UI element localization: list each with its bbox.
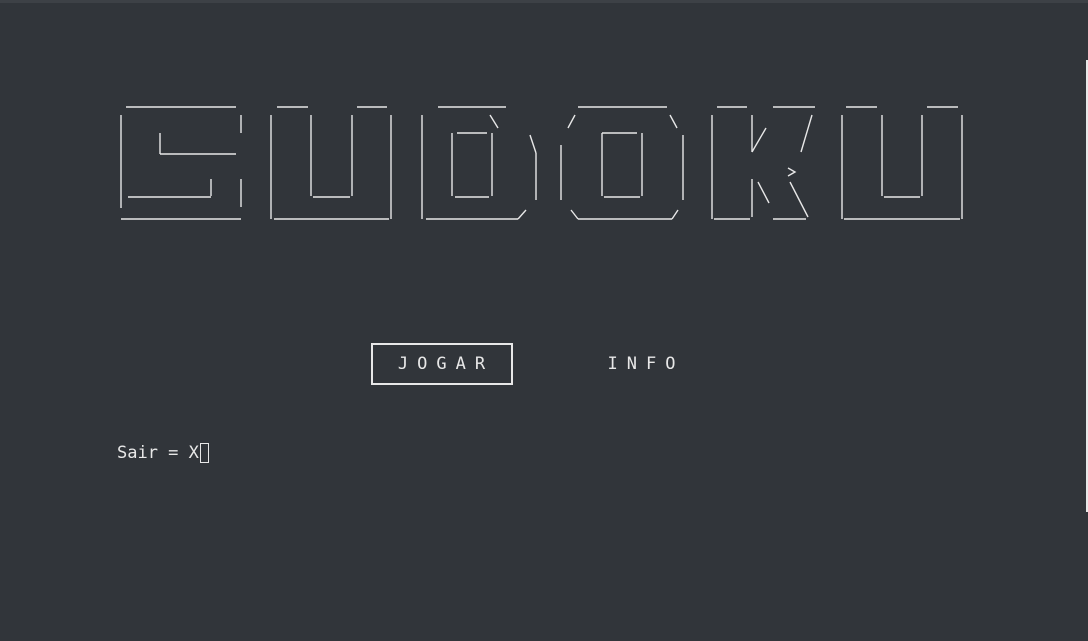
logo-letter-o: [560, 106, 684, 220]
text-cursor: [199, 443, 209, 463]
exit-hint-line: Sair = X: [117, 443, 209, 463]
exit-hint-text: Sair = X: [117, 443, 199, 463]
window-top-border: [0, 0, 1088, 3]
logo-letter-d: [421, 106, 537, 220]
logo-letter-s: [120, 106, 242, 220]
sudoku-ascii-logo: [116, 100, 970, 224]
logo-letter-u-2: [841, 106, 963, 220]
info-button[interactable]: INFO: [582, 343, 702, 385]
play-button[interactable]: JOGAR: [371, 343, 513, 385]
logo-letter-u: [270, 106, 392, 220]
logo-letter-k: [711, 106, 815, 220]
